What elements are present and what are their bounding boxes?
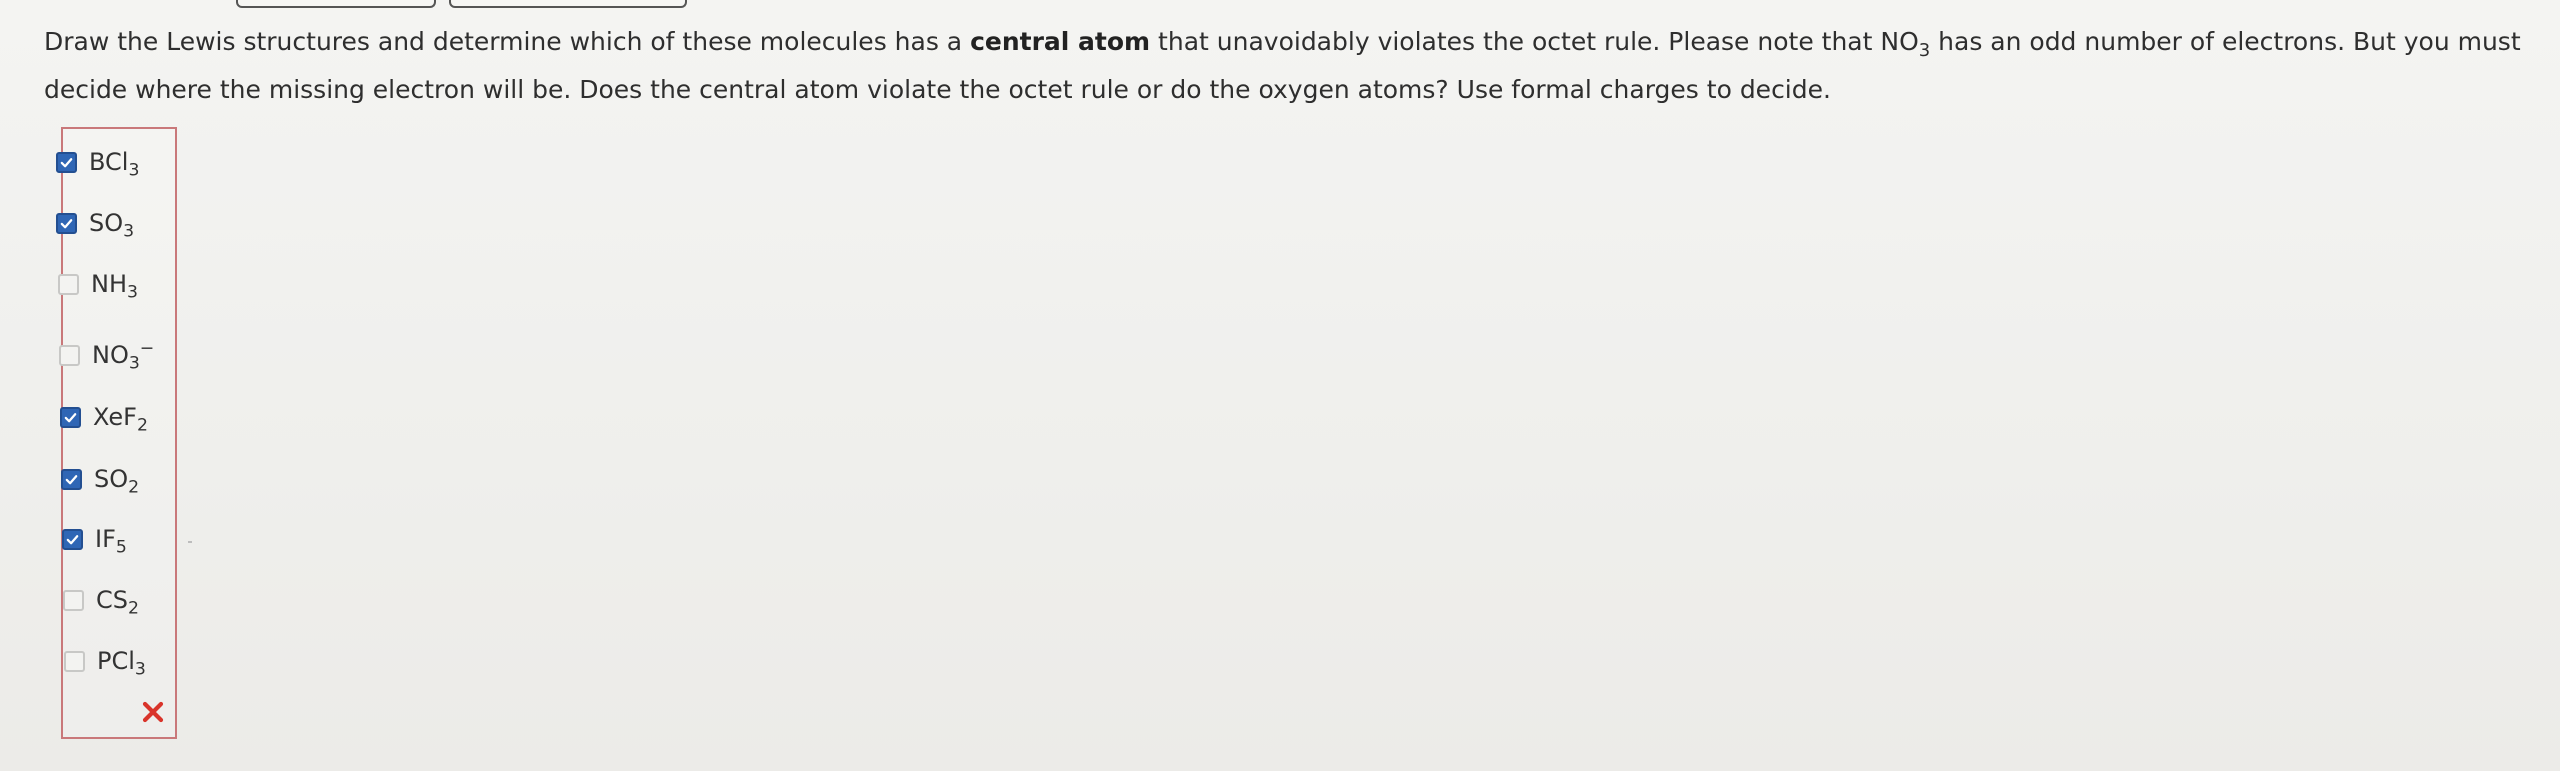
x-icon (142, 701, 164, 723)
question-subscript: 3 (1918, 39, 1931, 61)
checkbox[interactable] (59, 344, 80, 366)
question-text: Draw the Lewis structures and determine … (44, 18, 2524, 114)
checkbox[interactable] (63, 589, 84, 611)
question-part2: that unavoidably violates the octet rule… (1150, 27, 1919, 56)
option-cs2[interactable]: CS2 (63, 580, 139, 620)
top-tabs (0, 0, 2560, 8)
top-tab-right[interactable] (449, 0, 687, 8)
option-label: SO2 (94, 465, 140, 498)
checkbox[interactable] (61, 468, 82, 490)
decorative-speck (188, 541, 192, 543)
option-label: SO3 (89, 209, 135, 242)
option-label: XeF2 (93, 403, 148, 436)
option-label: PCl3 (97, 647, 146, 680)
option-label: BCl3 (89, 148, 140, 181)
option-label: NH3 (91, 270, 138, 303)
option-so3[interactable]: SO3 (56, 203, 134, 243)
option-bcl3[interactable]: BCl3 (56, 142, 139, 182)
option-label: NO3− (92, 338, 155, 374)
checkmark-icon (64, 412, 77, 422)
option-no3-anion[interactable]: NO3− (59, 335, 154, 375)
checkbox[interactable] (64, 650, 85, 672)
question-part1: Draw the Lewis structures and determine … (44, 27, 971, 56)
top-tab-left[interactable] (236, 0, 436, 8)
option-if5[interactable]: IF5 (62, 519, 127, 559)
option-pcl3[interactable]: PCl3 (64, 641, 146, 681)
checkbox[interactable] (56, 212, 77, 234)
option-xef2[interactable]: XeF2 (60, 397, 148, 437)
checkmark-icon (60, 218, 73, 228)
checkbox[interactable] (56, 151, 77, 173)
checkmark-icon (66, 534, 79, 544)
option-so2[interactable]: SO2 (61, 459, 139, 499)
question-bold-term: central atom (970, 27, 1151, 56)
checkmark-icon (65, 474, 78, 484)
checkmark-icon (60, 157, 73, 167)
option-nh3[interactable]: NH3 (58, 264, 138, 304)
checkbox[interactable] (58, 273, 79, 295)
checkbox[interactable] (62, 528, 83, 550)
checkbox[interactable] (60, 406, 81, 428)
option-label: IF5 (95, 525, 127, 558)
option-label: CS2 (96, 586, 139, 619)
